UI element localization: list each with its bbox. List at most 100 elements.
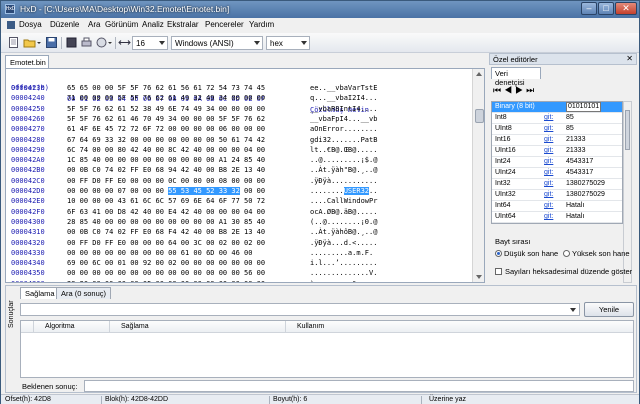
refresh-button[interactable]: Yenile <box>584 302 634 317</box>
inspector-value[interactable]: 1380275029 <box>566 190 605 200</box>
hex-bytes[interactable]: 67 64 69 33 32 00 00 00 00 00 00 00 50 6… <box>67 136 265 144</box>
inspector-row[interactable]: Int64 git: Hatalı <box>492 201 622 212</box>
checksum-algorithm-select[interactable] <box>20 303 580 316</box>
close-button[interactable]: ✕ <box>615 2 637 15</box>
inspector-row[interactable]: UInt32 git: 1380275029 <box>492 190 622 201</box>
hex-bytes[interactable]: 00 00 00 00 00 00 00 00 00 00 00 00 00 0… <box>67 269 265 277</box>
inspector-value[interactable]: 85 <box>566 113 574 123</box>
hex-bytes[interactable]: 29 20 00 00 00 00 05 00 00 00 00 00 00 0… <box>67 280 265 282</box>
goto-link[interactable]: git: <box>544 113 553 123</box>
menu-dosya[interactable]: Dosya <box>19 20 42 29</box>
hex-bytes[interactable]: 1C 85 40 00 00 00 00 00 00 00 00 00 A1 2… <box>67 156 265 164</box>
inspector-value[interactable]: 21333 <box>566 146 585 156</box>
checksum-table[interactable]: Algoritma Sağlama Kullanım <box>20 320 634 378</box>
tab-data-inspector[interactable]: Veri denetçisi <box>491 67 541 87</box>
inspector-value[interactable]: 01010101 <box>566 102 602 112</box>
properties-dropdown-icon[interactable] <box>107 36 113 49</box>
menu-ekstralar[interactable]: Ekstralar <box>167 20 199 29</box>
decoded-text[interactable]: aOnError........ <box>310 125 377 133</box>
radio-checked-icon[interactable] <box>495 250 502 257</box>
hex-bytes[interactable]: 5F 5F 76 62 61 46 70 49 34 00 00 00 5F 5… <box>67 115 265 123</box>
goto-link[interactable]: git: <box>544 179 553 189</box>
print-icon[interactable] <box>80 36 93 49</box>
goto-link[interactable]: git: <box>544 146 553 156</box>
goto-link[interactable]: git: <box>544 124 553 134</box>
decoded-text[interactable]: ..Àt.ÿàh"B@.¸..@ <box>310 166 377 174</box>
charset-select[interactable]: Windows (ANSI) <box>171 36 263 50</box>
offset-base-select[interactable]: hex <box>266 36 310 50</box>
decoded-text[interactable]: ..Àt.ÿàhôB@.¸..@ <box>310 228 377 236</box>
column-usage[interactable]: Kullanım <box>297 323 324 330</box>
scroll-thumb[interactable] <box>475 109 484 123</box>
maximize-button[interactable]: □ <box>598 2 614 15</box>
inspector-value[interactable]: Hatalı <box>566 212 584 222</box>
column-algorithm[interactable]: Algoritma <box>45 323 75 330</box>
hex-bytes[interactable]: 10 00 00 00 43 61 6C 6C 57 69 6E 64 6F 7… <box>67 197 265 205</box>
column-checksum[interactable]: Sağlama <box>121 323 149 330</box>
hex-bytes[interactable]: 00 0B C0 74 02 FF E0 68 F4 42 40 00 B8 2… <box>67 228 265 236</box>
goto-link[interactable]: git: <box>544 201 553 211</box>
decoded-text[interactable]: ee..__vbaVarTstE <box>310 84 377 92</box>
goto-link[interactable]: git: <box>544 190 553 200</box>
decoded-text[interactable]: ..@.........¡$.@ <box>310 156 377 164</box>
radio-unchecked-icon[interactable] <box>563 250 570 257</box>
hex-bytes[interactable]: 69 00 6C 00 01 00 92 00 02 00 00 00 00 0… <box>67 259 265 267</box>
tab-search-results[interactable]: Ara (0 sonuç) <box>56 287 112 299</box>
inspector-row[interactable]: Binary (8 bit) 01010101 <box>492 102 622 113</box>
open-folder-icon[interactable] <box>23 36 36 49</box>
hex-scrollbar[interactable] <box>472 69 484 282</box>
document-menu-icon[interactable] <box>7 21 15 29</box>
inspector-value[interactable]: 4543317 <box>566 168 593 178</box>
hex-bytes[interactable]: 61 4F 6E 45 72 72 6F 72 00 00 00 00 06 0… <box>67 125 265 133</box>
decoded-text[interactable]: .. <box>369 187 377 195</box>
inspector-row[interactable]: UInt24 git: 4543317 <box>492 168 622 179</box>
open-dropdown-icon[interactable] <box>36 36 42 49</box>
inspector-row[interactable]: UInt64 git: Hatalı <box>492 212 622 223</box>
inspector-row[interactable]: UInt16 git: 21333 <box>492 146 622 157</box>
menu-ara[interactable]: Ara <box>88 20 100 29</box>
scroll-up-icon[interactable] <box>476 72 482 76</box>
tab-checksum[interactable]: Sağlama <box>20 287 60 299</box>
goto-link[interactable]: git: <box>544 212 553 222</box>
save-icon[interactable] <box>45 36 58 49</box>
hex-base-checkbox[interactable]: Sayıları heksadesimal düzende göster <box>495 267 632 276</box>
hex-editor[interactable]: Offset(h) 00 01 02 03 04 05 06 07 08 09 … <box>5 68 485 283</box>
decoded-text[interactable]: .ÿÐÿà...d.<..... <box>310 239 377 247</box>
hex-bytes[interactable]: 65 65 00 00 5F 5F 76 62 61 56 61 72 54 7… <box>67 84 265 92</box>
scroll-down-icon[interactable] <box>476 275 482 279</box>
scroll-thumb[interactable] <box>625 110 630 150</box>
expected-result-input[interactable] <box>84 380 634 392</box>
title-bar[interactable]: HxD HxD - [C:\Users\MA\Desktop\Win32.Emo… <box>1 1 639 18</box>
hex-bytes[interactable]: 5F 5F 76 62 61 52 38 49 6E 74 49 34 00 0… <box>67 105 265 113</box>
menu-yardim[interactable]: Yardım <box>249 20 274 29</box>
decoded-text[interactable]: (..@........¡0.@ <box>310 218 377 226</box>
row-hex-bytes[interactable]: 29 20 00 00 00 00 05 00 00 00 00 00 00 0… <box>67 279 265 282</box>
inspector-row[interactable]: UInt8 git: 85 <box>492 124 622 135</box>
decoded-text[interactable]: __vbaR8IntI4.... <box>310 105 377 113</box>
little-endian-radio[interactable]: Düşük son hane <box>495 249 558 258</box>
inspector-row[interactable]: Int32 git: 1380275029 <box>492 179 622 190</box>
new-file-icon[interactable] <box>7 36 20 49</box>
close-icon[interactable]: ✕ <box>626 54 633 63</box>
selected-hex-bytes[interactable]: 55 53 45 52 33 32 <box>168 187 240 195</box>
inspector-row[interactable]: Int16 git: 21333 <box>492 135 622 146</box>
decoded-text[interactable]: gdi32.......PatB <box>310 136 377 144</box>
hex-bytes[interactable]: 6C 74 00 00 80 42 40 00 8C 42 40 00 00 0… <box>67 146 265 154</box>
hex-bytes[interactable]: 6F 63 41 00 D8 42 40 00 E4 42 40 00 00 0… <box>67 208 265 216</box>
decoded-text[interactable]: __vbaFpI4...__vb <box>310 115 377 123</box>
save-all-icon[interactable] <box>65 36 78 49</box>
bytes-per-row-select[interactable]: 16 <box>132 36 168 50</box>
decoded-text[interactable]: ocA.ØB@.äB@..... <box>310 208 377 216</box>
row-decoded-text[interactable]: ) ........§...r. <box>310 279 377 282</box>
inspector-row[interactable]: Int8 git: 85 <box>492 113 622 124</box>
goto-link[interactable]: git: <box>544 157 553 167</box>
inspector-value[interactable]: 1380275029 <box>566 179 605 189</box>
selected-decoded-text[interactable]: USER32 <box>343 187 370 195</box>
inspector-value[interactable]: 21333 <box>566 135 585 145</box>
inspector-value[interactable]: 85 <box>566 124 574 134</box>
decoded-text[interactable]: ) ........§...r. <box>310 280 377 282</box>
inspector-value[interactable]: Hatalı <box>566 201 584 211</box>
hex-bytes[interactable]: 71 00 00 00 5F 5F 76 62 61 49 32 49 34 0… <box>67 94 265 102</box>
goto-link[interactable]: git: <box>544 168 553 178</box>
hex-bytes[interactable]: 00 FF D0 FF E0 00 00 00 64 00 3C 00 02 0… <box>67 239 265 247</box>
